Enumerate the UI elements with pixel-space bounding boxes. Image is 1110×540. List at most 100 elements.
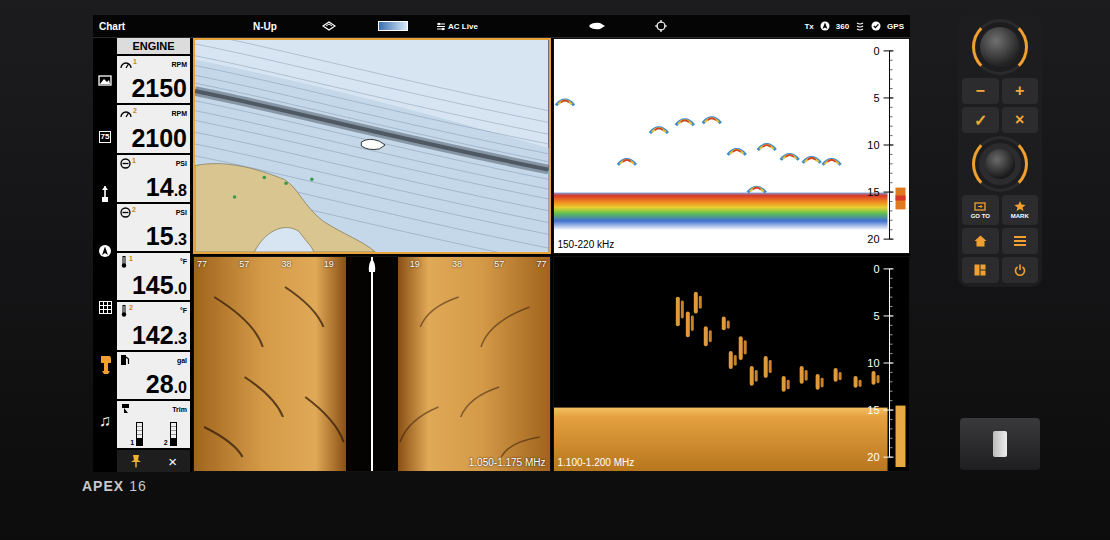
compass-icon — [98, 244, 112, 258]
sonar-pane[interactable]: 05101520 150-220 kHz — [553, 38, 911, 254]
palette-button[interactable] — [361, 21, 425, 31]
engine-gauge[interactable]: 2 °F 142.3 — [117, 302, 190, 349]
rail-item[interactable]: 75 — [94, 126, 116, 148]
engine-title: ENGINE — [117, 38, 190, 54]
down-pane[interactable]: 05101520 1.100-1.200 MHz — [553, 256, 911, 472]
grid-icon — [99, 301, 112, 314]
trim-gauges: 1 2 — [120, 416, 187, 446]
range-scale: 19385777 — [410, 259, 547, 269]
rail-item[interactable] — [94, 297, 116, 319]
engine-gauge[interactable]: 1 PSI 14.8 — [117, 155, 190, 202]
engine-gauge[interactable]: 2 RPM 2100 — [117, 105, 190, 152]
cursor-button[interactable] — [629, 20, 693, 32]
depth-label: 10 — [867, 139, 879, 151]
trim-gauge: 2 — [164, 422, 177, 446]
depth-label: 20 — [867, 233, 879, 245]
boat-icon — [361, 139, 385, 149]
chart-map[interactable] — [195, 40, 549, 252]
home-icon — [974, 235, 987, 247]
rail-item[interactable] — [94, 354, 116, 376]
engine-gauge[interactable]: 1 °F 145.0 — [117, 253, 190, 300]
depth-label: 5 — [873, 92, 879, 104]
frequency-label: 150-220 kHz — [558, 239, 615, 250]
device-face: Chart N-Up AC Live Tx360GPS 75♫ ENGINE 1… — [0, 0, 1110, 472]
fish-finder-device: Chart N-Up AC Live Tx360GPS 75♫ ENGINE 1… — [0, 0, 1110, 540]
card-slot-door[interactable] — [960, 418, 1040, 470]
boat-icon — [367, 259, 377, 273]
trim-bar — [170, 422, 177, 446]
side-imaging-view[interactable]: 77573819 19385777 — [194, 257, 550, 471]
goto-button[interactable]: GO TO — [962, 195, 999, 225]
overlay-button[interactable]: AC Live — [425, 22, 489, 31]
chart-pane[interactable] — [193, 38, 551, 254]
pin-icon[interactable] — [130, 454, 142, 468]
sonar-view[interactable]: 05101520 — [554, 39, 910, 253]
rail-item[interactable] — [94, 183, 116, 205]
status-label: Tx — [804, 22, 813, 31]
gauge-value: 145.0 — [120, 273, 187, 298]
orientation-button[interactable]: N-Up — [233, 21, 297, 32]
mark-button[interactable]: MARK — [1002, 195, 1039, 225]
goto-icon — [974, 202, 986, 211]
boat-icon — [588, 22, 606, 30]
pane-icon — [974, 264, 986, 276]
engine-gauge[interactable]: 2 PSI 15.3 — [117, 204, 190, 251]
side-rail: 75 ♫ — [93, 38, 117, 472]
speed-icon: 75 — [99, 131, 112, 143]
menu-icon — [1014, 236, 1026, 246]
confirm-button[interactable]: ✓ — [962, 107, 999, 133]
tachometer-icon — [120, 109, 132, 118]
chart-layer-button[interactable] — [297, 21, 361, 31]
joystick-ring — [972, 136, 1028, 192]
close-button[interactable]: × — [168, 454, 177, 469]
engine-gauge[interactable]: gal 28.0 — [117, 352, 190, 399]
rotary-knob[interactable] — [980, 27, 1020, 67]
gauge-value: 2100 — [120, 126, 187, 151]
chart-layer-icon — [322, 21, 336, 31]
depth-label: 20 — [867, 451, 879, 463]
pressure-icon — [120, 158, 131, 169]
depth-label: 15 — [867, 186, 879, 198]
menu-button[interactable] — [1002, 228, 1039, 254]
engine-gauge[interactable]: Trim 1 2 — [117, 401, 190, 448]
engine-footer: × — [117, 450, 190, 472]
zoom-in-button[interactable]: + — [1002, 78, 1039, 104]
status-label: GPS — [887, 22, 904, 31]
trim-icon — [120, 403, 132, 415]
engine-gauge[interactable]: 1 RPM 2150 — [117, 56, 190, 103]
rail-item[interactable] — [94, 69, 116, 91]
music-icon: ♫ — [99, 413, 111, 429]
gauge-value: 142.3 — [120, 323, 187, 348]
depth-label: 5 — [873, 310, 879, 322]
crosshair-icon — [655, 20, 667, 32]
thermometer-icon — [120, 305, 128, 317]
check-circle-icon — [871, 21, 881, 31]
frequency-label: 1.100-1.200 MHz — [558, 457, 635, 468]
pane-button[interactable] — [962, 257, 999, 283]
screen-body: 75 ♫ ENGINE 1 RPM 2150 2 RPM 2100 1 PSI 1… — [93, 38, 910, 472]
outboard-motor-icon — [98, 355, 112, 375]
gauge-value: 15.3 — [120, 224, 187, 249]
joystick[interactable] — [985, 149, 1015, 179]
rail-item[interactable]: ♫ — [94, 410, 116, 432]
thermometer-icon — [120, 256, 128, 268]
tachometer-icon — [120, 60, 132, 69]
zoom-out-button[interactable]: − — [962, 78, 999, 104]
status-icons: Tx 360 GPS — [804, 21, 910, 31]
vessel-button[interactable] — [565, 22, 629, 30]
down-imaging-view[interactable]: 05101520 — [554, 257, 910, 471]
top-bar: Chart N-Up AC Live Tx360GPS — [93, 15, 910, 38]
sonar-icon — [855, 21, 865, 31]
depth-label: 0 — [873, 263, 879, 275]
home-button[interactable] — [962, 228, 999, 254]
cancel-button[interactable]: × — [1002, 107, 1039, 133]
status-label: 360 — [836, 22, 849, 31]
overlay-icon — [436, 22, 446, 31]
side-pane[interactable]: 77573819 19385777 1.050-1.175 MHz — [193, 256, 551, 472]
trim-bar — [136, 422, 143, 446]
range-scale: 77573819 — [197, 259, 334, 269]
rail-item[interactable] — [94, 240, 116, 262]
gauge-value: 28.0 — [120, 372, 187, 397]
compass-icon — [820, 21, 830, 31]
power-button[interactable] — [1002, 257, 1039, 283]
